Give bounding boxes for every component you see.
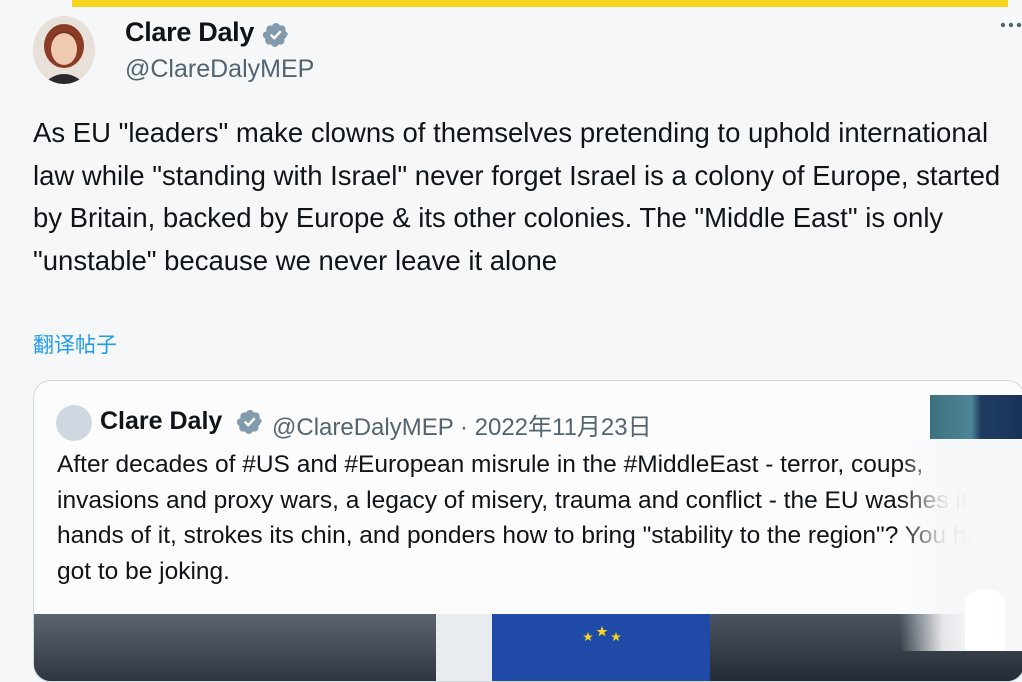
more-options-icon[interactable] bbox=[1000, 20, 1022, 30]
quoted-avatar bbox=[56, 405, 92, 441]
author-handle[interactable]: @ClareDalyMEP bbox=[125, 55, 314, 84]
avatar-image bbox=[33, 16, 95, 84]
quoted-handle-date: @ClareDalyMEP · 2022年11月23日 bbox=[272, 414, 652, 441]
quoted-tweet-text: After decades of #US and #European misru… bbox=[57, 451, 1006, 585]
eu-flag-image bbox=[492, 614, 710, 681]
verified-badge-icon bbox=[262, 23, 288, 47]
tweet-text: As EU "leaders" make clowns of themselve… bbox=[33, 117, 1001, 276]
quoted-verified-badge-icon bbox=[236, 410, 262, 434]
translate-post-link[interactable]: 翻译帖子 bbox=[33, 329, 117, 359]
overlay-sticker bbox=[965, 590, 1005, 651]
quoted-tweet-card[interactable]: Clare Daly @ClareDalyMEP · 2022年11月23日 A… bbox=[33, 380, 1022, 682]
quoted-media-image[interactable] bbox=[34, 614, 1022, 681]
quoted-author-name: Clare Daly bbox=[100, 407, 223, 435]
media-divider bbox=[436, 614, 492, 681]
media-panel-left bbox=[34, 614, 436, 681]
blurred-overlay-badge bbox=[930, 395, 1022, 439]
top-accent-bar bbox=[72, 0, 1008, 7]
eu-stars-icon bbox=[583, 626, 621, 641]
author-name[interactable]: Clare Daly bbox=[125, 17, 254, 48]
avatar[interactable] bbox=[33, 16, 95, 84]
